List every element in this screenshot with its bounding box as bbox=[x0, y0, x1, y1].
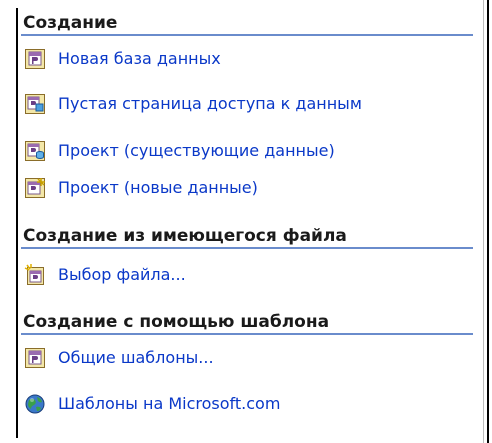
open-file-icon bbox=[24, 264, 46, 286]
general-templates-icon bbox=[24, 347, 46, 369]
new-database-link[interactable]: Новая база данных bbox=[24, 47, 221, 71]
section-header-from-template: Создание с помощью шаблона bbox=[21, 311, 473, 335]
project-new-data-icon bbox=[24, 177, 46, 199]
general-templates-link[interactable]: Общие шаблоны... bbox=[24, 346, 214, 370]
section-from-file: Создание из имеющегося файла bbox=[21, 225, 479, 249]
blank-data-access-page-label: Пустая страница доступа к данным bbox=[58, 94, 362, 113]
project-existing-data-label: Проект (существующие данные) bbox=[58, 141, 335, 160]
pane-right-border bbox=[487, 0, 489, 443]
globe-icon bbox=[24, 393, 46, 415]
templates-microsoft-label: Шаблоны на Microsoft.com bbox=[58, 394, 281, 413]
task-pane: Создание Новая база данных Пустая страни bbox=[0, 0, 491, 443]
pane-left-border bbox=[16, 8, 18, 438]
project-existing-data-link[interactable]: Проект (существующие данные) bbox=[24, 139, 335, 163]
project-new-data-link[interactable]: Проект (новые данные) bbox=[24, 176, 258, 200]
choose-file-link[interactable]: Выбор файла... bbox=[24, 263, 186, 287]
section-header-create: Создание bbox=[21, 12, 473, 36]
section-from-template: Создание с помощью шаблона bbox=[21, 311, 479, 335]
project-existing-data-icon bbox=[24, 140, 46, 162]
access-database-icon bbox=[24, 48, 46, 70]
data-access-page-icon bbox=[24, 93, 46, 115]
pane-right-inner-border bbox=[483, 0, 484, 443]
project-new-data-label: Проект (новые данные) bbox=[58, 178, 258, 197]
blank-data-access-page-link[interactable]: Пустая страница доступа к данным bbox=[24, 92, 362, 116]
general-templates-label: Общие шаблоны... bbox=[58, 348, 214, 367]
new-database-label: Новая база данных bbox=[58, 49, 221, 68]
choose-file-label: Выбор файла... bbox=[58, 265, 186, 284]
templates-microsoft-link[interactable]: Шаблоны на Microsoft.com bbox=[24, 392, 280, 416]
section-create: Создание bbox=[21, 12, 479, 36]
section-header-from-file: Создание из имеющегося файла bbox=[21, 225, 473, 249]
